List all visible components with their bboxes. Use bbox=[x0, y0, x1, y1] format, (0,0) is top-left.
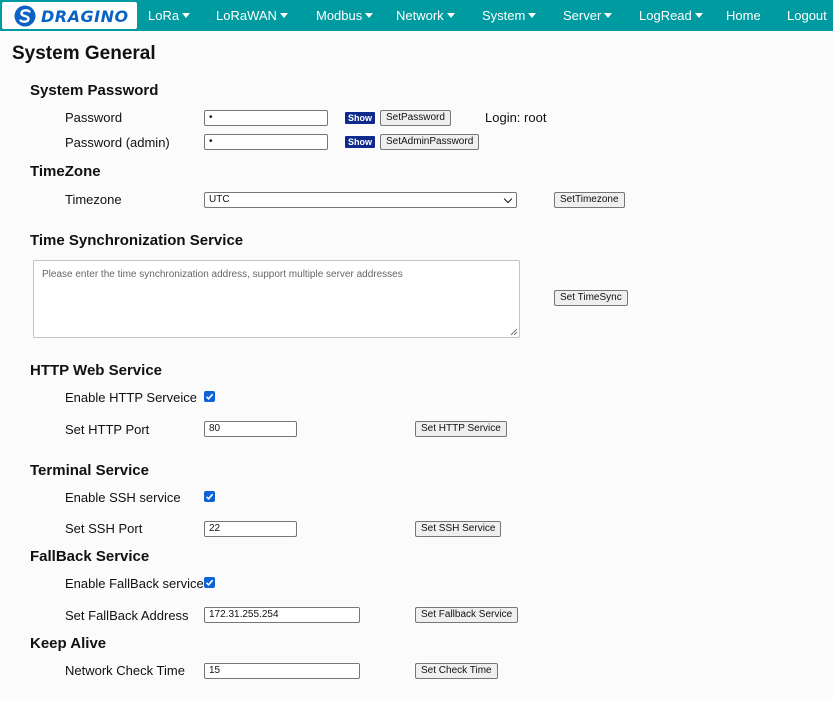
admin-password-label: Password (admin) bbox=[65, 135, 170, 150]
show-admin-password-button[interactable]: Show bbox=[345, 136, 375, 148]
section-title-http: HTTP Web Service bbox=[30, 362, 162, 379]
enable-fallback-checkbox[interactable] bbox=[204, 577, 215, 588]
fallback-address-label: Set FallBack Address bbox=[65, 608, 189, 623]
section-title-timezone: TimeZone bbox=[30, 163, 101, 180]
page-title: System General bbox=[12, 43, 156, 64]
enable-http-checkbox[interactable] bbox=[204, 391, 215, 402]
nav-network[interactable]: Network bbox=[396, 8, 455, 26]
http-port-input[interactable]: 80 bbox=[204, 421, 297, 437]
nav-logout-label: Logout bbox=[787, 8, 827, 23]
chevron-down-icon bbox=[694, 13, 703, 19]
network-check-time-label: Network Check Time bbox=[65, 663, 185, 678]
section-title-terminal: Terminal Service bbox=[30, 462, 149, 479]
logo-text: DRAGINO bbox=[41, 7, 129, 26]
timezone-select[interactable]: UTC bbox=[204, 192, 517, 208]
checkmark-icon bbox=[205, 393, 214, 400]
nav-lora[interactable]: LoRa bbox=[148, 8, 191, 26]
chevron-down-icon bbox=[279, 13, 288, 19]
set-timesync-button[interactable]: Set TimeSync bbox=[554, 290, 628, 306]
show-password-button[interactable]: Show bbox=[345, 112, 375, 124]
nav-lorawan[interactable]: LoRaWAN bbox=[216, 8, 288, 26]
chevron-down-icon bbox=[604, 13, 613, 19]
nav-home[interactable]: Home bbox=[726, 8, 761, 26]
set-check-time-button[interactable]: Set Check Time bbox=[415, 663, 498, 679]
dragino-logo-icon bbox=[14, 5, 36, 27]
set-http-service-button[interactable]: Set HTTP Service bbox=[415, 421, 507, 437]
section-title-keepalive: Keep Alive bbox=[30, 635, 107, 652]
set-ssh-service-button[interactable]: Set SSH Service bbox=[415, 521, 502, 537]
ssh-port-input[interactable]: 22 bbox=[204, 521, 297, 537]
nav-logread-label: LogRead bbox=[639, 8, 692, 23]
chevron-down-icon bbox=[365, 13, 374, 19]
enable-http-label: Enable HTTP Serveice bbox=[65, 390, 197, 405]
chevron-down-icon bbox=[503, 194, 513, 204]
nav-lora-label: LoRa bbox=[148, 8, 180, 23]
section-title-fallback: FallBack Service bbox=[30, 548, 150, 565]
nav-modbus[interactable]: Modbus bbox=[316, 8, 374, 26]
section-title-timesync: Time Synchronization Service bbox=[30, 232, 244, 249]
http-port-label: Set HTTP Port bbox=[65, 422, 150, 437]
set-timezone-button[interactable]: SetTimezone bbox=[554, 192, 625, 208]
nav-system-label: System bbox=[482, 8, 526, 23]
enable-ssh-label: Enable SSH service bbox=[65, 490, 181, 505]
chevron-down-icon bbox=[182, 13, 191, 19]
nav-modbus-label: Modbus bbox=[316, 8, 363, 23]
chevron-down-icon bbox=[528, 13, 537, 19]
top-navbar: DRAGINO LoRa LoRaWAN Modbus Network Syst… bbox=[0, 0, 833, 31]
ssh-port-label: Set SSH Port bbox=[65, 521, 143, 536]
checkmark-icon bbox=[205, 579, 214, 586]
set-password-button[interactable]: SetPassword bbox=[380, 110, 451, 126]
resize-grip-icon[interactable] bbox=[510, 328, 518, 336]
nav-logread[interactable]: LogRead bbox=[639, 8, 703, 26]
timezone-selected-value: UTC bbox=[209, 194, 230, 205]
timesync-placeholder: Please enter the time synchronization ad… bbox=[42, 269, 403, 280]
password-input[interactable]: • bbox=[204, 110, 328, 126]
nav-system[interactable]: System bbox=[482, 8, 537, 26]
nav-server-label: Server bbox=[563, 8, 602, 23]
admin-password-input[interactable]: • bbox=[204, 134, 328, 150]
set-admin-password-button[interactable]: SetAdminPassword bbox=[380, 134, 480, 150]
timesync-textarea[interactable]: Please enter the time synchronization ad… bbox=[33, 260, 520, 338]
chevron-down-icon bbox=[446, 13, 455, 19]
checkmark-icon bbox=[205, 493, 214, 500]
dragino-logo[interactable]: DRAGINO bbox=[2, 2, 137, 29]
set-fallback-service-button[interactable]: Set Fallback Service bbox=[415, 607, 519, 623]
enable-ssh-checkbox[interactable] bbox=[204, 491, 215, 502]
password-label: Password bbox=[65, 110, 123, 125]
nav-logout[interactable]: Logout bbox=[787, 8, 827, 26]
enable-fallback-label: Enable FallBack service bbox=[65, 576, 204, 591]
nav-server[interactable]: Server bbox=[563, 8, 613, 26]
nav-lorawan-label: LoRaWAN bbox=[216, 8, 277, 23]
timezone-label: Timezone bbox=[65, 192, 122, 207]
login-text: Login: root bbox=[485, 110, 547, 125]
section-title-password: System Password bbox=[30, 82, 159, 99]
nav-home-label: Home bbox=[726, 8, 761, 23]
nav-network-label: Network bbox=[396, 8, 444, 23]
network-check-time-input[interactable]: 15 bbox=[204, 663, 360, 679]
fallback-address-input[interactable]: 172.31.255.254 bbox=[204, 607, 360, 623]
